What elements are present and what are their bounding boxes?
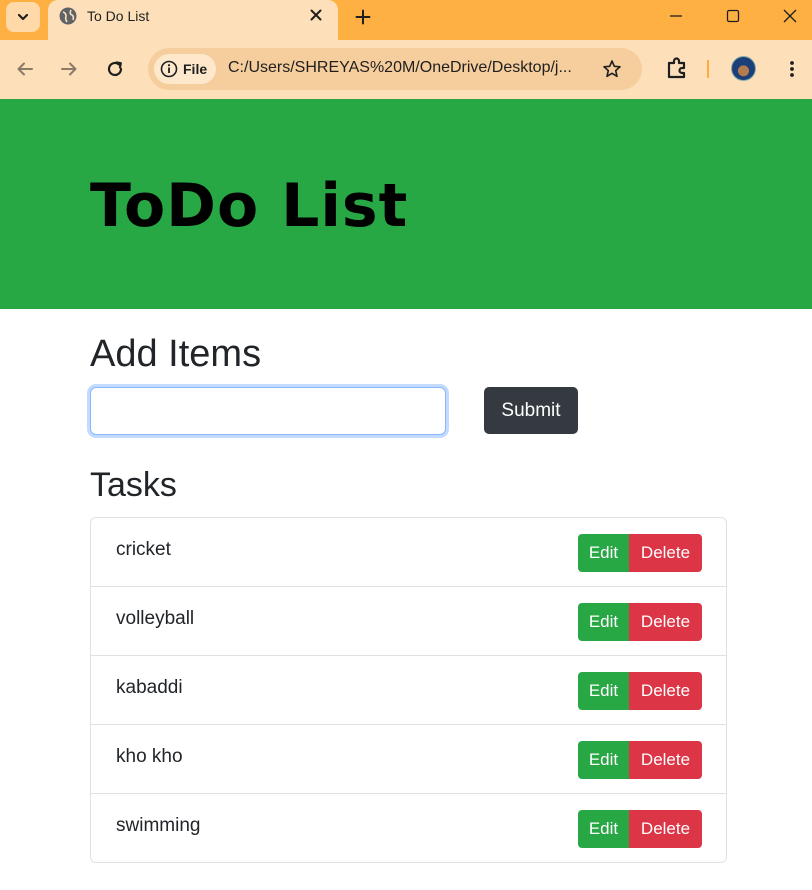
edit-button[interactable]: Edit <box>578 672 629 710</box>
page-title: ToDo List <box>90 171 409 241</box>
reload-icon[interactable] <box>101 55 129 83</box>
url-text[interactable]: C:/Users/SHREYAS%20M/OneDrive/Desktop/j.… <box>228 59 572 77</box>
toolbar-separator <box>707 60 709 78</box>
tab-search-button[interactable] <box>6 2 40 32</box>
list-item: volleyball Edit Delete <box>91 587 726 656</box>
item-input[interactable] <box>90 387 446 435</box>
site-chip-label: File <box>183 61 208 77</box>
hero-banner: ToDo List <box>0 99 812 309</box>
tasks-heading: Tasks <box>90 466 177 504</box>
profile-avatar[interactable] <box>731 56 756 81</box>
task-label: cricket <box>116 539 171 560</box>
window-close-icon[interactable] <box>776 3 804 29</box>
active-tab[interactable]: To Do List <box>48 0 338 40</box>
browser-toolbar: File C:/Users/SHREYAS%20M/OneDrive/Deskt… <box>0 40 812 99</box>
add-items-heading: Add Items <box>90 333 262 375</box>
task-label: kho kho <box>116 746 183 767</box>
task-label: volleyball <box>116 608 195 629</box>
list-item: cricket Edit Delete <box>91 518 726 587</box>
task-label: swimming <box>116 815 201 836</box>
delete-button[interactable]: Delete <box>629 534 702 572</box>
list-item: kabaddi Edit Delete <box>91 656 726 725</box>
tab-title: To Do List <box>87 8 150 24</box>
back-arrow-icon[interactable] <box>11 55 39 83</box>
menu-dots-icon[interactable] <box>780 56 804 82</box>
close-icon[interactable] <box>306 5 326 25</box>
minimize-icon[interactable] <box>662 3 690 29</box>
chevron-down-icon <box>17 13 29 21</box>
address-bar[interactable]: File C:/Users/SHREYAS%20M/OneDrive/Deskt… <box>148 48 642 90</box>
edit-button[interactable]: Edit <box>578 810 629 848</box>
delete-button[interactable]: Delete <box>629 672 702 710</box>
forward-arrow-icon[interactable] <box>55 55 83 83</box>
globe-icon <box>59 7 77 25</box>
list-item: swimming Edit Delete <box>91 794 726 862</box>
task-list: cricket Edit Delete volleyball Edit Dele… <box>90 517 727 863</box>
tab-strip: To Do List <box>0 0 812 40</box>
edit-button[interactable]: Edit <box>578 534 629 572</box>
delete-button[interactable]: Delete <box>629 741 702 779</box>
plus-icon[interactable] <box>350 4 376 30</box>
submit-button[interactable]: Submit <box>484 387 578 434</box>
star-icon[interactable] <box>600 57 624 81</box>
info-icon <box>160 60 178 78</box>
list-item: kho kho Edit Delete <box>91 725 726 794</box>
extensions-icon[interactable] <box>664 55 690 81</box>
site-info-chip[interactable]: File <box>154 54 216 84</box>
edit-button[interactable]: Edit <box>578 603 629 641</box>
maximize-icon[interactable] <box>719 3 747 29</box>
task-label: kabaddi <box>116 677 183 698</box>
edit-button[interactable]: Edit <box>578 741 629 779</box>
delete-button[interactable]: Delete <box>629 810 702 848</box>
delete-button[interactable]: Delete <box>629 603 702 641</box>
